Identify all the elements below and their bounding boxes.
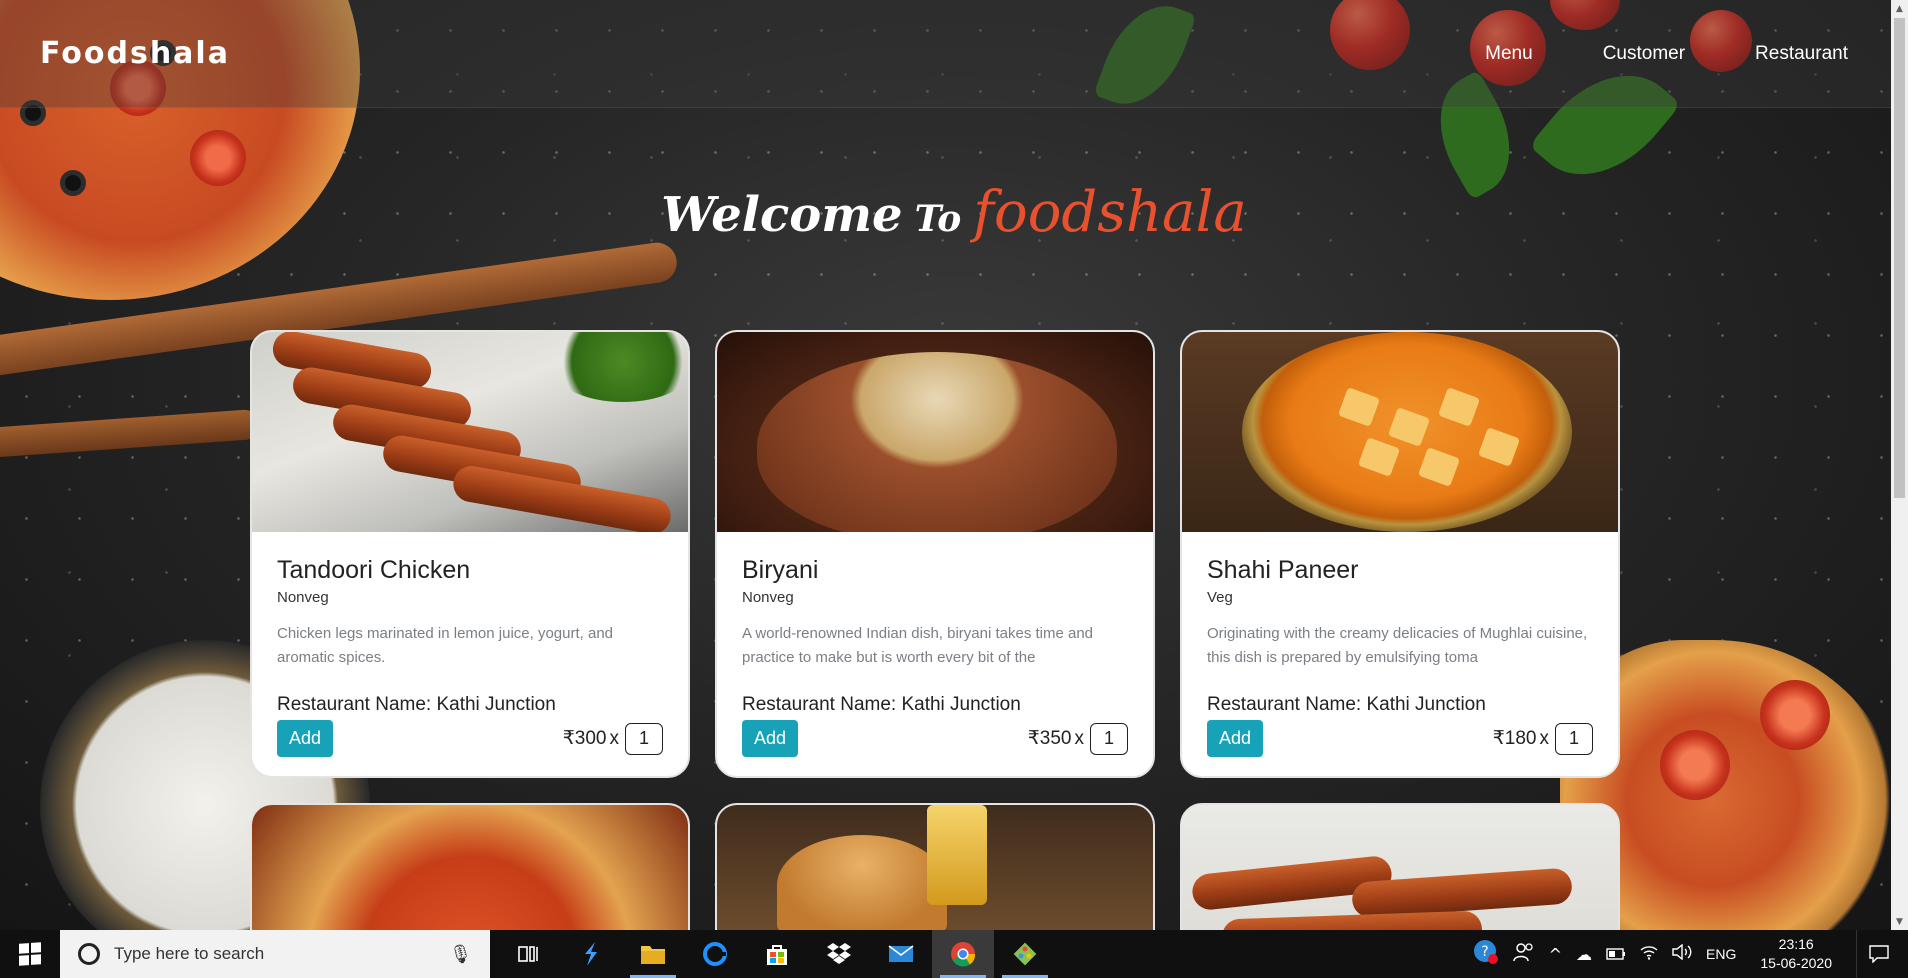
dropbox-icon[interactable] — [808, 930, 870, 978]
nav-links: Menu Customer Restaurant — [1485, 43, 1848, 65]
scroll-down-arrow-icon[interactable]: ▼ — [1891, 913, 1908, 930]
restaurant-name: Restaurant Name: Kathi Junction — [277, 694, 556, 715]
clock-time: 23:16 — [1778, 936, 1814, 952]
add-button[interactable]: Add — [277, 720, 334, 757]
welcome-brand-text: foodshala — [973, 180, 1247, 245]
quantity-input[interactable] — [625, 722, 663, 755]
food-image — [1182, 332, 1618, 532]
food-card: Biryani Nonveg A world-renowned Indian d… — [715, 330, 1155, 778]
food-description: Originating with the creamy delicacies o… — [1207, 625, 1588, 666]
quantity-input[interactable] — [1090, 722, 1128, 755]
notification-center-icon[interactable] — [1856, 930, 1900, 978]
times-sign: x — [609, 727, 620, 749]
welcome-text: Welcome — [661, 187, 903, 243]
price: ₹350 — [1027, 728, 1072, 749]
price-group: ₹350 x — [1027, 722, 1128, 755]
food-image — [252, 332, 688, 532]
git-client-icon[interactable] — [994, 930, 1056, 978]
taskbar-search-box[interactable]: Type here to search 🎙 — [60, 930, 490, 978]
scrollbar-thumb[interactable] — [1894, 18, 1905, 498]
restaurant-name: Restaurant Name: Kathi Junction — [742, 694, 1021, 715]
food-description: Chicken legs marinated in lemon juice, y… — [277, 625, 614, 666]
language-indicator[interactable]: ENG — [1706, 946, 1736, 962]
add-button[interactable]: Add — [742, 720, 799, 757]
battery-icon[interactable] — [1606, 945, 1626, 964]
price: ₹180 — [1492, 728, 1537, 749]
system-clock[interactable]: 23:16 15-06-2020 — [1750, 935, 1842, 973]
welcome-heading: Welcome To foodshala — [0, 180, 1908, 245]
start-button[interactable] — [0, 930, 60, 978]
food-title: Tandoori Chicken — [277, 556, 471, 584]
file-explorer-icon[interactable] — [622, 930, 684, 978]
food-title: Biryani — [742, 556, 819, 584]
vertical-scrollbar[interactable]: ▲ ▼ — [1891, 0, 1908, 930]
visual-studio-code-icon[interactable] — [560, 930, 622, 978]
navbar: Foodshala Menu Customer Restaurant — [0, 0, 1908, 108]
svg-text:?: ? — [1481, 944, 1488, 960]
task-view-icon[interactable] — [498, 930, 560, 978]
onedrive-cloud-icon[interactable]: ☁ — [1576, 945, 1592, 964]
price-group: ₹180 x — [1492, 722, 1593, 755]
microphone-icon[interactable]: 🎙 — [449, 944, 472, 965]
food-card: Shahi Paneer Veg Originating with the cr… — [1180, 330, 1620, 778]
scroll-up-arrow-icon[interactable]: ▲ — [1891, 0, 1908, 17]
price-group: ₹300 x — [562, 722, 663, 755]
welcome-to-text: To — [914, 198, 962, 240]
windows-taskbar: Type here to search 🎙 ? ^ ☁ ENG 23:16 15… — [0, 930, 1908, 978]
help-icon[interactable]: ? — [1473, 939, 1499, 969]
volume-icon[interactable] — [1672, 943, 1692, 964]
chevron-up-icon[interactable]: ^ — [1549, 945, 1562, 964]
chrome-icon[interactable] — [932, 930, 994, 978]
food-title: Shahi Paneer — [1207, 556, 1359, 584]
food-card: Tandoori Chicken Nonveg Chicken legs mar… — [250, 330, 690, 778]
clock-date: 15-06-2020 — [1760, 955, 1832, 971]
microsoft-store-icon[interactable] — [746, 930, 808, 978]
times-sign: x — [1074, 727, 1085, 749]
people-icon[interactable] — [1512, 942, 1535, 966]
menu-grid: Tandoori Chicken Nonveg Chicken legs mar… — [250, 330, 1626, 953]
taskbar-apps — [498, 930, 1056, 978]
quantity-input[interactable] — [1555, 722, 1593, 755]
wifi-icon[interactable] — [1640, 944, 1658, 964]
food-description: A world-renowned Indian dish, biryani ta… — [742, 625, 1094, 666]
food-image — [717, 332, 1153, 532]
add-button[interactable]: Add — [1207, 720, 1264, 757]
restaurant-name: Restaurant Name: Kathi Junction — [1207, 694, 1486, 715]
nav-link-customer[interactable]: Customer — [1603, 43, 1685, 65]
nav-link-menu[interactable]: Menu — [1485, 43, 1533, 65]
search-placeholder: Type here to search — [114, 944, 265, 963]
food-type: Nonveg — [277, 589, 329, 606]
food-type: Nonveg — [742, 589, 794, 606]
windows-logo-icon — [19, 942, 41, 966]
cortana-icon — [78, 943, 100, 965]
price: ₹300 — [562, 728, 607, 749]
nav-link-restaurant[interactable]: Restaurant — [1755, 43, 1848, 65]
mail-icon[interactable] — [870, 930, 932, 978]
brand-logo[interactable]: Foodshala — [40, 36, 230, 71]
times-sign: x — [1539, 727, 1550, 749]
system-tray: ? ^ ☁ ENG 23:16 15-06-2020 — [1473, 930, 1908, 978]
food-type: Veg — [1207, 589, 1233, 606]
edge-browser-icon[interactable] — [684, 930, 746, 978]
